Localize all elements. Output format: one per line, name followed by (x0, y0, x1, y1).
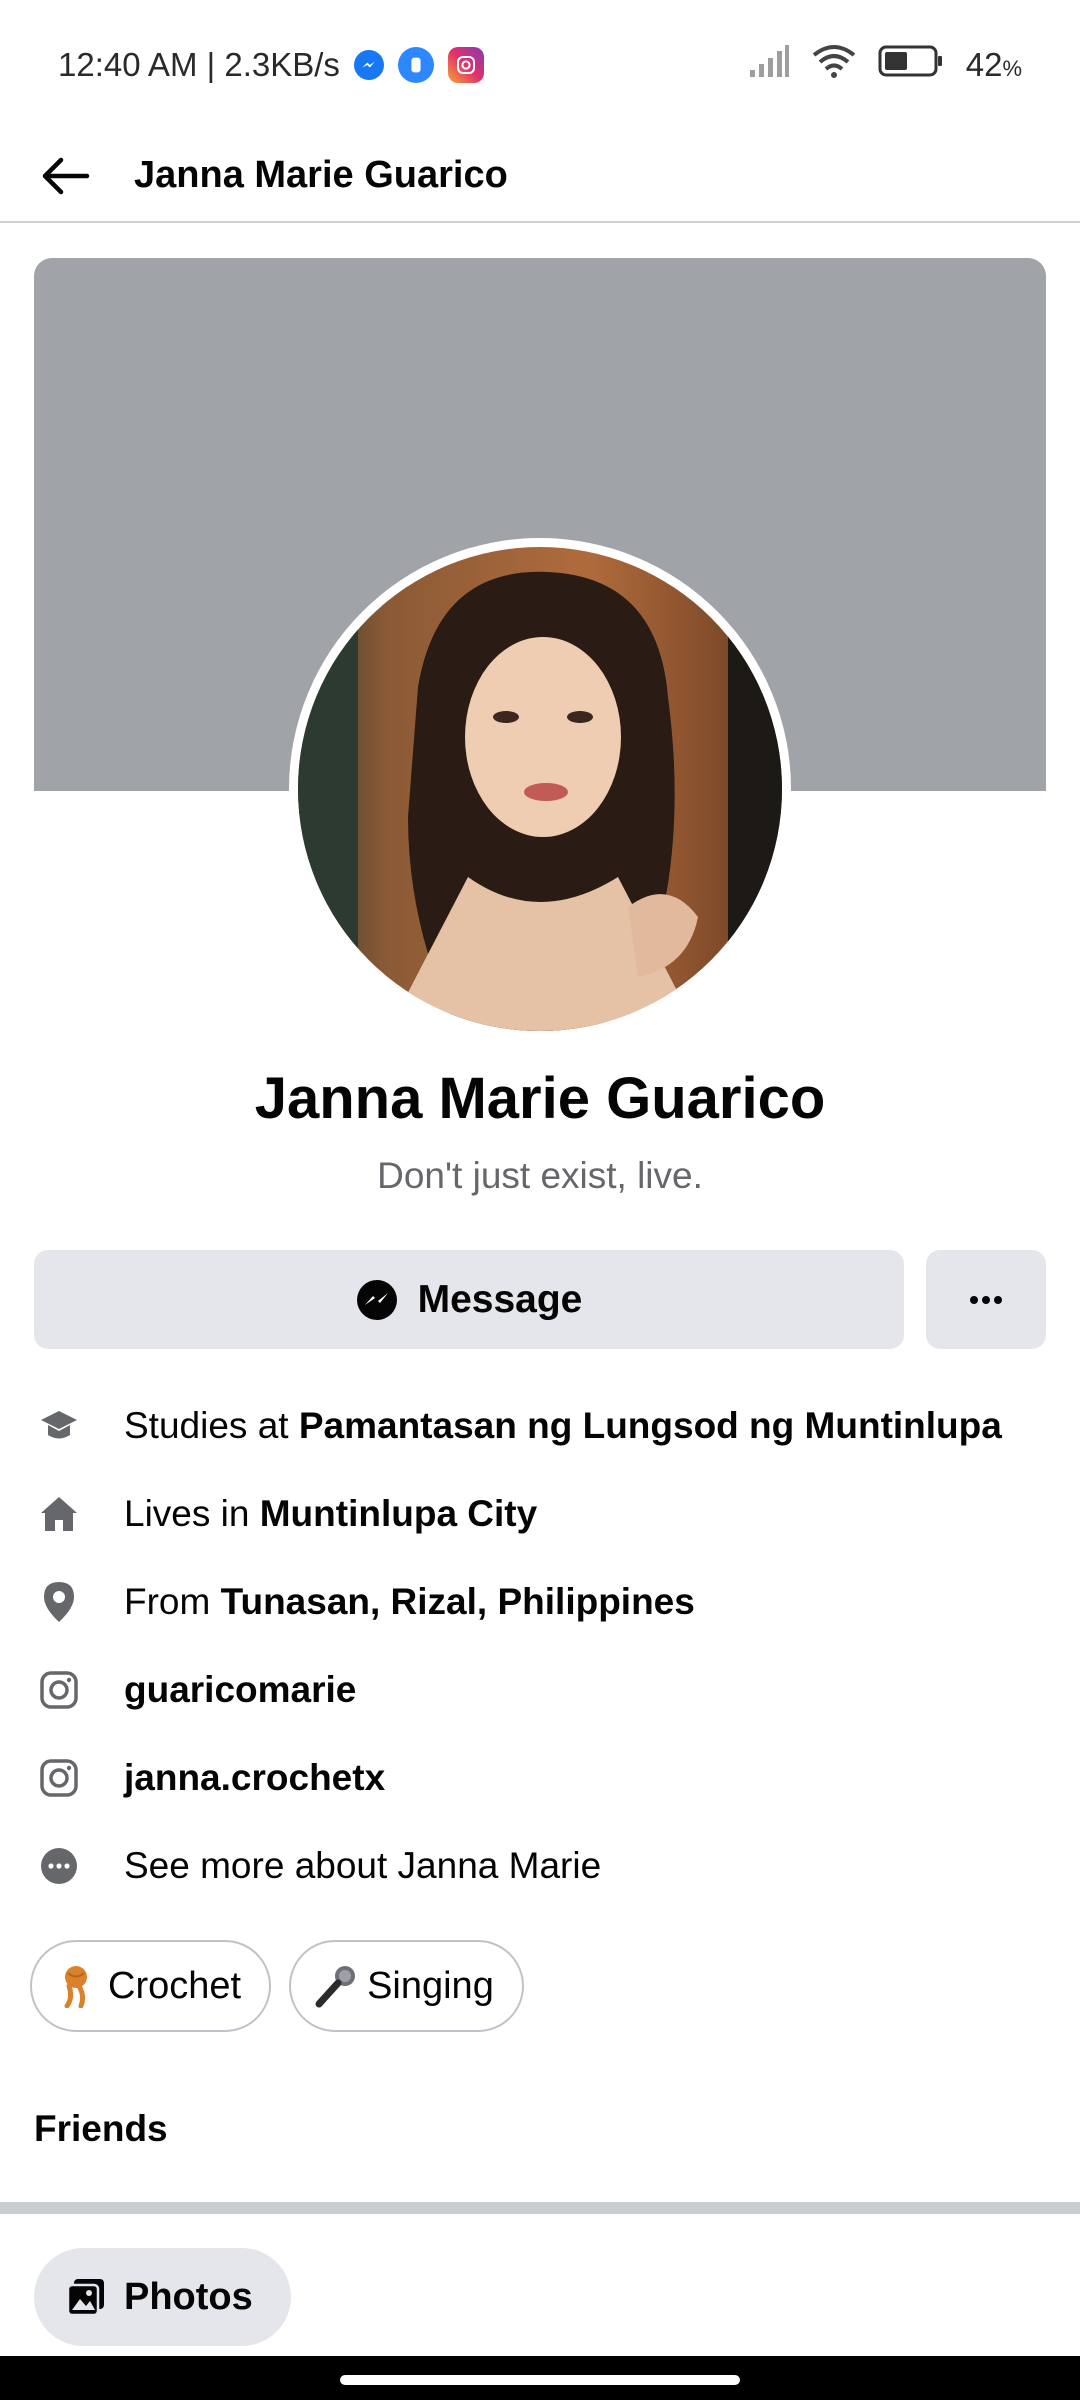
arrow-left-icon (42, 157, 90, 194)
photos-icon (66, 2279, 104, 2317)
profile-name: Janna Marie Guarico (254, 1066, 826, 1131)
detail-text: Studies at Pamantasan ng Lungsod ng Munt… (124, 1405, 1002, 1446)
photos-label: Photos (124, 2275, 253, 2318)
hobbies: Crochet Singing (30, 1940, 524, 2032)
instagram-icon (34, 1665, 84, 1715)
message-button-label: Message (417, 1277, 583, 1321)
microphone-icon (313, 1964, 357, 2008)
detail-text: janna.crochetx (124, 1757, 386, 1798)
messenger-icon (356, 1279, 397, 1320)
graduation-cap-icon (34, 1401, 84, 1451)
battery-icon (878, 44, 944, 86)
more-dots-icon (970, 1295, 1002, 1304)
message-button[interactable]: Message (34, 1250, 904, 1349)
see-more-about[interactable]: See more about Janna Marie (34, 1822, 1054, 1910)
hobby-label: Crochet (108, 1964, 242, 2007)
status-time-speed: 12:40 AM | 2.3KB/s (58, 46, 340, 83)
back-button[interactable] (0, 129, 130, 222)
yarn-icon (54, 1964, 98, 2008)
hobby-label: Singing (367, 1964, 494, 2007)
wifi-icon (812, 43, 856, 87)
hobby-chip-crochet[interactable]: Crochet (30, 1940, 272, 2032)
detail-instagram-2[interactable]: janna.crochetx (34, 1734, 1054, 1822)
detail-lives-in[interactable]: Lives in Muntinlupa City (34, 1470, 1054, 1558)
location-pin-icon (34, 1577, 84, 1627)
instagram-icon (34, 1753, 84, 1803)
detail-hometown[interactable]: From Tunasan, Rizal, Philippines (34, 1558, 1054, 1646)
more-options-button[interactable] (926, 1250, 1046, 1349)
home-icon (34, 1489, 84, 1539)
status-bar: 12:40 AM | 2.3KB/s 42% (0, 0, 1080, 130)
detail-text: From Tunasan, Rizal, Philippines (124, 1581, 695, 1622)
photos-button[interactable]: Photos (34, 2248, 291, 2346)
friends-heading: Friends (34, 2108, 168, 2149)
messenger-icon (353, 50, 384, 80)
detail-instagram-1[interactable]: guaricomarie (34, 1646, 1054, 1734)
home-indicator[interactable] (340, 2375, 740, 2385)
profile-bio: Don't just exist, live. (377, 1155, 703, 1196)
section-divider (0, 2202, 1080, 2214)
detail-text: guaricomarie (124, 1669, 357, 1710)
profile-picture[interactable] (289, 538, 791, 1040)
hobby-chip-singing[interactable]: Singing (289, 1940, 524, 2032)
avatar (298, 547, 782, 1031)
signal-icon (748, 44, 790, 86)
more-dots-icon (34, 1841, 84, 1891)
top-app-bar: Janna Marie Guarico (0, 130, 1080, 223)
instagram-icon (447, 47, 484, 83)
detail-text: Lives in Muntinlupa City (124, 1493, 538, 1534)
detail-education[interactable]: Studies at Pamantasan ng Lungsod ng Munt… (34, 1382, 1054, 1470)
battery-level: 42% (965, 46, 1022, 83)
detail-text: See more about Janna Marie (124, 1845, 602, 1886)
app-icon (397, 47, 434, 83)
page-title: Janna Marie Guarico (134, 154, 508, 196)
intro-details: Studies at Pamantasan ng Lungsod ng Munt… (34, 1382, 1054, 1910)
